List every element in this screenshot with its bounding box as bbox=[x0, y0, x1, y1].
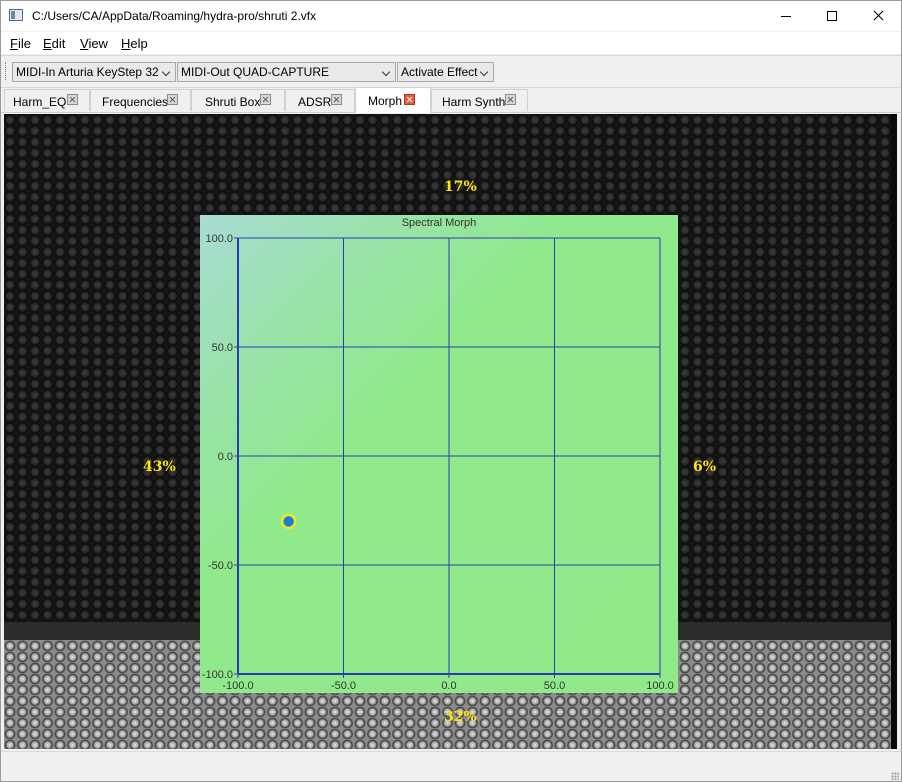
background-edge bbox=[891, 114, 897, 749]
bottom-mix-percent: 32% bbox=[444, 709, 477, 725]
tab-close-icon[interactable] bbox=[260, 94, 271, 105]
y-tick-label: -100.0 bbox=[202, 669, 233, 681]
chevron-down-icon bbox=[381, 67, 391, 77]
tab-frequencies[interactable]: Frequencies bbox=[90, 89, 191, 111]
x-tick-label: 50.0 bbox=[544, 680, 565, 692]
right-mix-percent: 6% bbox=[693, 459, 717, 475]
y-tick-label: 0.0 bbox=[218, 451, 233, 463]
tab-close-icon[interactable] bbox=[67, 94, 78, 105]
close-button[interactable] bbox=[855, 1, 901, 31]
tab-bar: Harm_EQ Frequencies Shruti Box ADSR Morp… bbox=[1, 87, 901, 113]
status-bar bbox=[1, 751, 901, 781]
tab-adsr[interactable]: ADSR bbox=[285, 89, 355, 111]
menu-edit[interactable]: Edit bbox=[43, 36, 65, 51]
effect-value: Activate Effect bbox=[401, 65, 478, 79]
toolbar: MIDI-In Arturia KeyStep 32 MIDI-Out QUAD… bbox=[1, 55, 901, 88]
maximize-button[interactable] bbox=[809, 1, 855, 31]
tab-label: Frequencies bbox=[102, 95, 169, 109]
tab-harm-eq[interactable]: Harm_EQ bbox=[4, 89, 90, 111]
effect-select[interactable]: Activate Effect bbox=[397, 62, 494, 82]
chevron-down-icon bbox=[161, 67, 171, 77]
y-tick-label: 100.0 bbox=[205, 233, 233, 245]
tab-shruti-box[interactable]: Shruti Box bbox=[191, 89, 285, 111]
x-tick-label: -50.0 bbox=[331, 680, 356, 692]
y-tick-label: 50.0 bbox=[212, 342, 233, 354]
top-mix-percent: 17% bbox=[444, 179, 477, 195]
spectral-morph-chart[interactable]: Spectral Morph -100.0 -50.0 0.0 50.0 100.0 10… bbox=[200, 215, 678, 693]
tab-close-icon[interactable] bbox=[505, 94, 516, 105]
y-tick-label: -50.0 bbox=[208, 560, 233, 572]
chevron-down-icon bbox=[479, 67, 489, 77]
left-mix-percent: 43% bbox=[143, 459, 176, 475]
x-tick-label: 0.0 bbox=[441, 680, 456, 692]
tab-label: Shruti Box bbox=[205, 95, 261, 109]
tab-label: Harm Synth bbox=[442, 95, 506, 109]
app-window: C:/Users/CA/AppData/Roaming/hydra-pro/sh… bbox=[0, 0, 902, 782]
midi-out-value: MIDI-Out QUAD-CAPTURE bbox=[181, 65, 330, 79]
tab-close-icon[interactable] bbox=[404, 94, 415, 105]
x-tick-label: 100.0 bbox=[646, 680, 674, 692]
tab-label: Harm_EQ bbox=[13, 95, 67, 109]
midi-in-value: MIDI-In Arturia KeyStep 32 bbox=[16, 65, 159, 79]
tab-label: Morph bbox=[368, 94, 403, 108]
midi-out-select[interactable]: MIDI-Out QUAD-CAPTURE bbox=[177, 62, 396, 82]
title-bar[interactable]: C:/Users/CA/AppData/Roaming/hydra-pro/sh… bbox=[1, 1, 901, 31]
morph-position-point[interactable] bbox=[280, 513, 297, 530]
tab-harm-synth[interactable]: Harm Synth bbox=[431, 89, 528, 111]
window-title: C:/Users/CA/AppData/Roaming/hydra-pro/sh… bbox=[32, 9, 317, 23]
tab-label: ADSR bbox=[298, 95, 332, 109]
app-icon bbox=[9, 9, 23, 21]
toolbar-grip[interactable] bbox=[5, 62, 9, 80]
minimize-button[interactable] bbox=[763, 1, 809, 31]
x-tick-label: -100.0 bbox=[222, 680, 253, 692]
menu-view[interactable]: View bbox=[80, 36, 108, 51]
tab-close-icon[interactable] bbox=[167, 94, 178, 105]
midi-in-select[interactable]: MIDI-In Arturia KeyStep 32 bbox=[12, 62, 176, 82]
tab-morph[interactable]: Morph bbox=[355, 87, 431, 113]
menu-bar: File Edit View Help bbox=[1, 32, 901, 54]
resize-grip[interactable] bbox=[891, 772, 899, 780]
menu-help[interactable]: Help bbox=[121, 36, 148, 51]
morph-plot[interactable]: -100.0 -50.0 0.0 50.0 100.0 100.0 50.0 0.0 -50.0… bbox=[200, 215, 678, 693]
tab-close-icon[interactable] bbox=[331, 94, 342, 105]
menu-file[interactable]: File bbox=[10, 36, 31, 51]
